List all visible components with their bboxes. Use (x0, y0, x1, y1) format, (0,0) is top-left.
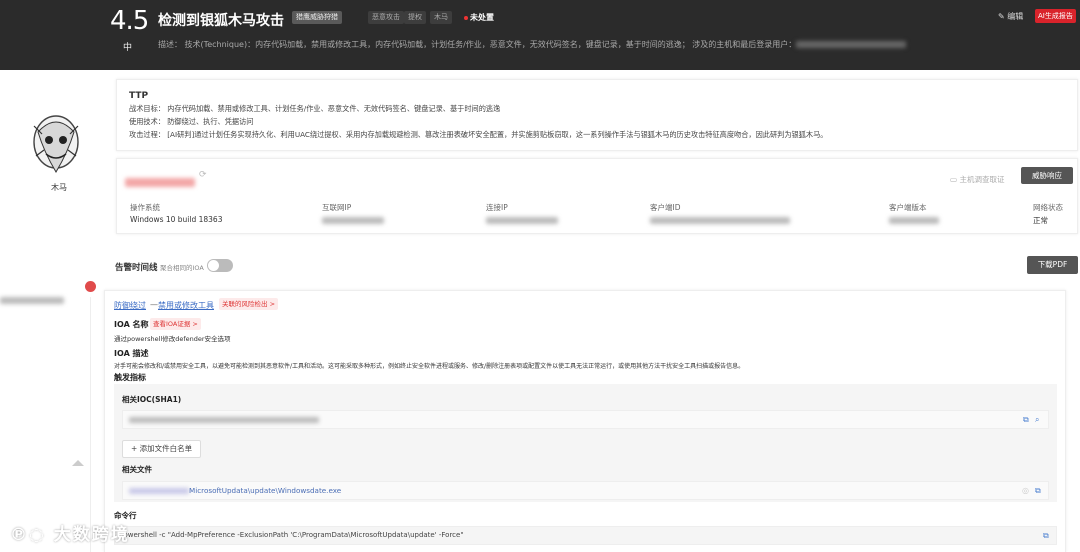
tag-privesc: 提权 (404, 11, 426, 24)
watermark-logo: ℗◌ 大数跨境 (10, 525, 130, 545)
search-ioc-icon[interactable]: ⌕ (1035, 415, 1039, 425)
forensics-icon: ▭ (950, 175, 958, 184)
alert-description: 描述： 技术(Technique)：内存代码加载，禁用或修改工具，内存代码加载，… (158, 39, 907, 50)
host-os-value: Windows 10 build 18363 (130, 215, 223, 224)
host-client-ver-value (889, 215, 939, 224)
refresh-icon[interactable]: ⟳ (199, 170, 207, 180)
file-path-link[interactable]: MicrosoftUpdata\update\Windowsdate.exe (189, 486, 341, 495)
status-dot-icon (464, 15, 468, 20)
tag-hunt[interactable]: 猎鹰威胁狩猎 (292, 11, 342, 24)
ioa-name-title: IOA 名称 (114, 320, 149, 329)
host-name-redacted (125, 172, 195, 187)
tag-trojan: 木马 (430, 11, 452, 24)
host-client-ver-label: 客户端版本 (889, 203, 927, 212)
aggregate-ioa-label: 聚合相同的IOA (160, 264, 204, 272)
edit-button[interactable]: ✎ 编辑 (998, 11, 1023, 22)
timeline-event-dot[interactable] (85, 281, 96, 292)
copy-icon[interactable]: ⧉ (1023, 415, 1029, 425)
view-icon[interactable]: ◎ (1022, 486, 1029, 495)
ioc-title: 相关IOC(SHA1) (122, 395, 182, 404)
ttp-process: 攻击过程： [AI研判]通过计划任务实现持久化、利用UAC绕过提权、采用内存加载… (129, 130, 828, 139)
alert-title: 检测到银狐木马攻击 (158, 13, 284, 29)
copy-file-icon[interactable]: ⧉ (1035, 486, 1041, 496)
host-public-ip-value (322, 215, 384, 224)
ttp-title: TTP (129, 91, 149, 101)
ioa-technique-link[interactable]: 禁用或修改工具 (158, 300, 214, 311)
view-ioa-evidence-tag[interactable]: 查看IOA证据 > (150, 318, 201, 330)
ioa-desc-title: IOA 描述 (114, 349, 149, 358)
cmd-field: powershell -c "Add-MpPreference -Exclusi… (114, 526, 1057, 545)
threat-response-button[interactable]: 威胁响应 (1021, 167, 1073, 184)
host-net-status-label: 网络状态 (1033, 203, 1063, 212)
copy-cmd-icon[interactable]: ⧉ (1043, 531, 1049, 541)
related-risk-tag[interactable]: 关联的风险检出 > (219, 298, 279, 310)
host-card: ⟳ ▭ 主机调查取证 威胁响应 操作系统 Windows 10 build 18… (116, 158, 1078, 234)
ioa-desc-value: 对手可能会修改和/或禁用安全工具，以避免可能检测到其恶意软件/工具和活动。这可能… (114, 363, 745, 370)
severity-level: 中 (123, 43, 133, 53)
ttp-techniques: 使用技术： 防御绕过、执行、凭据访问 (129, 117, 254, 126)
add-file-whitelist-button[interactable]: + 添加文件白名单 (122, 440, 202, 458)
download-pdf-button[interactable]: 下载PDF (1027, 256, 1078, 274)
ttp-card: TTP 战术目标： 内存代码加载、禁用或修改工具、计划任务/作业、恶意文件、无效… (116, 79, 1078, 151)
ioa-separator: — (150, 300, 158, 309)
toggle-knob (208, 260, 219, 271)
timeline-line (90, 297, 91, 552)
host-client-id-label: 客户端ID (650, 203, 681, 212)
avatar-label: 木马 (51, 183, 67, 192)
file-field: MicrosoftUpdata\update\Windowsdate.exe (122, 481, 1049, 500)
host-net-status-value: 正常 (1033, 216, 1048, 225)
ioc-field (122, 410, 1049, 429)
host-os-label: 操作系统 (130, 203, 160, 212)
ai-report-button[interactable]: AI生成报告 (1035, 9, 1076, 23)
host-public-ip-label: 互联网IP (322, 203, 352, 212)
host-conn-ip-value (486, 215, 558, 224)
ttp-tactics: 战术目标： 内存代码加载、禁用或修改工具、计划任务/作业、恶意文件、无效代码签名… (129, 104, 501, 113)
trojan-avatar-icon (33, 115, 79, 173)
ioa-tactic-link[interactable]: 防御绕过 (114, 300, 146, 311)
status-badge: 未处置 (464, 12, 494, 23)
tag-malicious: 恶意攻击 (368, 11, 404, 24)
alert-header: 4.5 中 检测到银狐木马攻击 猎鹰威胁狩猎 恶意攻击 提权 木马 未处置 描述… (0, 0, 1080, 70)
cmd-value: powershell -c "Add-MpPreference -Exclusi… (119, 531, 464, 539)
edit-icon: ✎ (998, 12, 1005, 21)
host-investigate-button[interactable]: ▭ 主机调查取证 (950, 174, 1004, 185)
trigger-title: 触发指标 (114, 373, 146, 382)
aggregate-ioa-toggle[interactable] (207, 259, 233, 272)
threat-score: 4.5 (110, 6, 149, 36)
ioa-name-value: 通过powershell修改defender安全选项 (114, 335, 231, 343)
collapse-arrow-icon[interactable] (72, 460, 84, 466)
file-title: 相关文件 (122, 465, 152, 474)
redacted-host (796, 41, 907, 48)
timeline-time-redacted (0, 290, 66, 304)
host-client-id-value (650, 215, 790, 224)
host-conn-ip-label: 连接IP (486, 203, 508, 212)
timeline-title: 告警时间线 (115, 263, 158, 273)
